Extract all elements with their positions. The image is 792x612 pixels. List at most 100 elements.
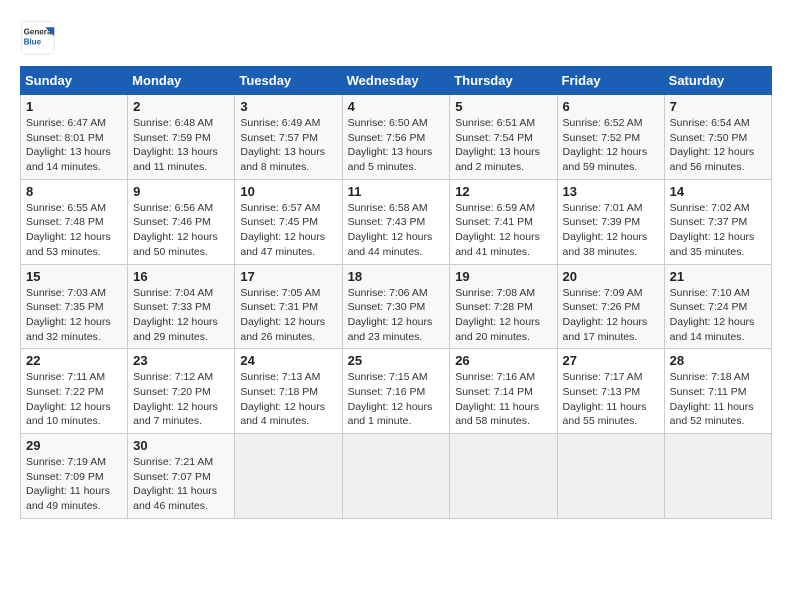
day-header-monday: Monday — [128, 67, 235, 95]
day-info: Sunrise: 7:17 AMSunset: 7:13 PMDaylight:… — [563, 370, 659, 429]
day-info: Sunrise: 7:10 AMSunset: 7:24 PMDaylight:… — [670, 286, 766, 345]
calendar-cell: 23 Sunrise: 7:12 AMSunset: 7:20 PMDaylig… — [128, 349, 235, 434]
day-info: Sunrise: 6:51 AMSunset: 7:54 PMDaylight:… — [455, 116, 551, 175]
logo-icon: General Blue — [20, 20, 56, 56]
day-header-wednesday: Wednesday — [342, 67, 450, 95]
calendar-cell — [450, 434, 557, 519]
day-number: 26 — [455, 353, 551, 368]
calendar-week-row: 8 Sunrise: 6:55 AMSunset: 7:48 PMDayligh… — [21, 179, 772, 264]
day-number: 28 — [670, 353, 766, 368]
calendar-cell: 27 Sunrise: 7:17 AMSunset: 7:13 PMDaylig… — [557, 349, 664, 434]
day-header-tuesday: Tuesday — [235, 67, 342, 95]
day-number: 9 — [133, 184, 229, 199]
calendar-cell: 20 Sunrise: 7:09 AMSunset: 7:26 PMDaylig… — [557, 264, 664, 349]
day-info: Sunrise: 6:58 AMSunset: 7:43 PMDaylight:… — [348, 201, 445, 260]
day-info: Sunrise: 7:15 AMSunset: 7:16 PMDaylight:… — [348, 370, 445, 429]
day-info: Sunrise: 7:11 AMSunset: 7:22 PMDaylight:… — [26, 370, 122, 429]
day-info: Sunrise: 7:18 AMSunset: 7:11 PMDaylight:… — [670, 370, 766, 429]
page-header: General Blue — [20, 20, 772, 56]
day-header-friday: Friday — [557, 67, 664, 95]
day-info: Sunrise: 7:01 AMSunset: 7:39 PMDaylight:… — [563, 201, 659, 260]
day-number: 13 — [563, 184, 659, 199]
calendar-cell: 10 Sunrise: 6:57 AMSunset: 7:45 PMDaylig… — [235, 179, 342, 264]
day-number: 6 — [563, 99, 659, 114]
day-info: Sunrise: 7:12 AMSunset: 7:20 PMDaylight:… — [133, 370, 229, 429]
day-number: 5 — [455, 99, 551, 114]
day-number: 29 — [26, 438, 122, 453]
day-info: Sunrise: 7:13 AMSunset: 7:18 PMDaylight:… — [240, 370, 336, 429]
day-number: 8 — [26, 184, 122, 199]
calendar-cell: 24 Sunrise: 7:13 AMSunset: 7:18 PMDaylig… — [235, 349, 342, 434]
calendar-cell: 29 Sunrise: 7:19 AMSunset: 7:09 PMDaylig… — [21, 434, 128, 519]
calendar-cell: 26 Sunrise: 7:16 AMSunset: 7:14 PMDaylig… — [450, 349, 557, 434]
calendar-cell: 4 Sunrise: 6:50 AMSunset: 7:56 PMDayligh… — [342, 95, 450, 180]
calendar-cell: 11 Sunrise: 6:58 AMSunset: 7:43 PMDaylig… — [342, 179, 450, 264]
day-info: Sunrise: 7:08 AMSunset: 7:28 PMDaylight:… — [455, 286, 551, 345]
calendar-cell — [342, 434, 450, 519]
calendar-week-row: 1 Sunrise: 6:47 AMSunset: 8:01 PMDayligh… — [21, 95, 772, 180]
day-info: Sunrise: 7:06 AMSunset: 7:30 PMDaylight:… — [348, 286, 445, 345]
calendar-cell: 28 Sunrise: 7:18 AMSunset: 7:11 PMDaylig… — [664, 349, 771, 434]
day-number: 7 — [670, 99, 766, 114]
day-number: 17 — [240, 269, 336, 284]
day-number: 20 — [563, 269, 659, 284]
day-info: Sunrise: 7:02 AMSunset: 7:37 PMDaylight:… — [670, 201, 766, 260]
day-number: 27 — [563, 353, 659, 368]
day-header-sunday: Sunday — [21, 67, 128, 95]
day-info: Sunrise: 6:49 AMSunset: 7:57 PMDaylight:… — [240, 116, 336, 175]
day-number: 4 — [348, 99, 445, 114]
calendar-table: SundayMondayTuesdayWednesdayThursdayFrid… — [20, 66, 772, 519]
day-header-thursday: Thursday — [450, 67, 557, 95]
calendar-cell: 25 Sunrise: 7:15 AMSunset: 7:16 PMDaylig… — [342, 349, 450, 434]
day-number: 12 — [455, 184, 551, 199]
calendar-cell: 3 Sunrise: 6:49 AMSunset: 7:57 PMDayligh… — [235, 95, 342, 180]
calendar-cell: 18 Sunrise: 7:06 AMSunset: 7:30 PMDaylig… — [342, 264, 450, 349]
calendar-cell: 8 Sunrise: 6:55 AMSunset: 7:48 PMDayligh… — [21, 179, 128, 264]
svg-text:Blue: Blue — [24, 37, 42, 46]
day-number: 11 — [348, 184, 445, 199]
day-number: 21 — [670, 269, 766, 284]
calendar-week-row: 29 Sunrise: 7:19 AMSunset: 7:09 PMDaylig… — [21, 434, 772, 519]
calendar-cell: 30 Sunrise: 7:21 AMSunset: 7:07 PMDaylig… — [128, 434, 235, 519]
day-header-saturday: Saturday — [664, 67, 771, 95]
day-info: Sunrise: 6:50 AMSunset: 7:56 PMDaylight:… — [348, 116, 445, 175]
day-number: 19 — [455, 269, 551, 284]
day-info: Sunrise: 7:05 AMSunset: 7:31 PMDaylight:… — [240, 286, 336, 345]
calendar-cell: 2 Sunrise: 6:48 AMSunset: 7:59 PMDayligh… — [128, 95, 235, 180]
day-info: Sunrise: 7:19 AMSunset: 7:09 PMDaylight:… — [26, 455, 122, 514]
calendar-cell: 1 Sunrise: 6:47 AMSunset: 8:01 PMDayligh… — [21, 95, 128, 180]
day-info: Sunrise: 6:48 AMSunset: 7:59 PMDaylight:… — [133, 116, 229, 175]
day-number: 16 — [133, 269, 229, 284]
day-info: Sunrise: 7:03 AMSunset: 7:35 PMDaylight:… — [26, 286, 122, 345]
calendar-cell: 5 Sunrise: 6:51 AMSunset: 7:54 PMDayligh… — [450, 95, 557, 180]
calendar-cell: 12 Sunrise: 6:59 AMSunset: 7:41 PMDaylig… — [450, 179, 557, 264]
logo: General Blue — [20, 20, 60, 56]
day-number: 24 — [240, 353, 336, 368]
calendar-cell: 13 Sunrise: 7:01 AMSunset: 7:39 PMDaylig… — [557, 179, 664, 264]
calendar-week-row: 22 Sunrise: 7:11 AMSunset: 7:22 PMDaylig… — [21, 349, 772, 434]
calendar-cell: 15 Sunrise: 7:03 AMSunset: 7:35 PMDaylig… — [21, 264, 128, 349]
day-number: 14 — [670, 184, 766, 199]
calendar-cell: 21 Sunrise: 7:10 AMSunset: 7:24 PMDaylig… — [664, 264, 771, 349]
calendar-header-row: SundayMondayTuesdayWednesdayThursdayFrid… — [21, 67, 772, 95]
day-number: 25 — [348, 353, 445, 368]
day-number: 2 — [133, 99, 229, 114]
day-info: Sunrise: 6:52 AMSunset: 7:52 PMDaylight:… — [563, 116, 659, 175]
day-info: Sunrise: 7:04 AMSunset: 7:33 PMDaylight:… — [133, 286, 229, 345]
day-info: Sunrise: 6:47 AMSunset: 8:01 PMDaylight:… — [26, 116, 122, 175]
day-info: Sunrise: 7:09 AMSunset: 7:26 PMDaylight:… — [563, 286, 659, 345]
calendar-cell: 19 Sunrise: 7:08 AMSunset: 7:28 PMDaylig… — [450, 264, 557, 349]
calendar-cell: 9 Sunrise: 6:56 AMSunset: 7:46 PMDayligh… — [128, 179, 235, 264]
calendar-cell: 22 Sunrise: 7:11 AMSunset: 7:22 PMDaylig… — [21, 349, 128, 434]
calendar-cell — [664, 434, 771, 519]
calendar-cell: 16 Sunrise: 7:04 AMSunset: 7:33 PMDaylig… — [128, 264, 235, 349]
day-info: Sunrise: 6:57 AMSunset: 7:45 PMDaylight:… — [240, 201, 336, 260]
calendar-week-row: 15 Sunrise: 7:03 AMSunset: 7:35 PMDaylig… — [21, 264, 772, 349]
day-number: 3 — [240, 99, 336, 114]
calendar-cell — [235, 434, 342, 519]
day-number: 18 — [348, 269, 445, 284]
calendar-cell — [557, 434, 664, 519]
calendar-cell: 7 Sunrise: 6:54 AMSunset: 7:50 PMDayligh… — [664, 95, 771, 180]
day-info: Sunrise: 7:21 AMSunset: 7:07 PMDaylight:… — [133, 455, 229, 514]
day-number: 22 — [26, 353, 122, 368]
